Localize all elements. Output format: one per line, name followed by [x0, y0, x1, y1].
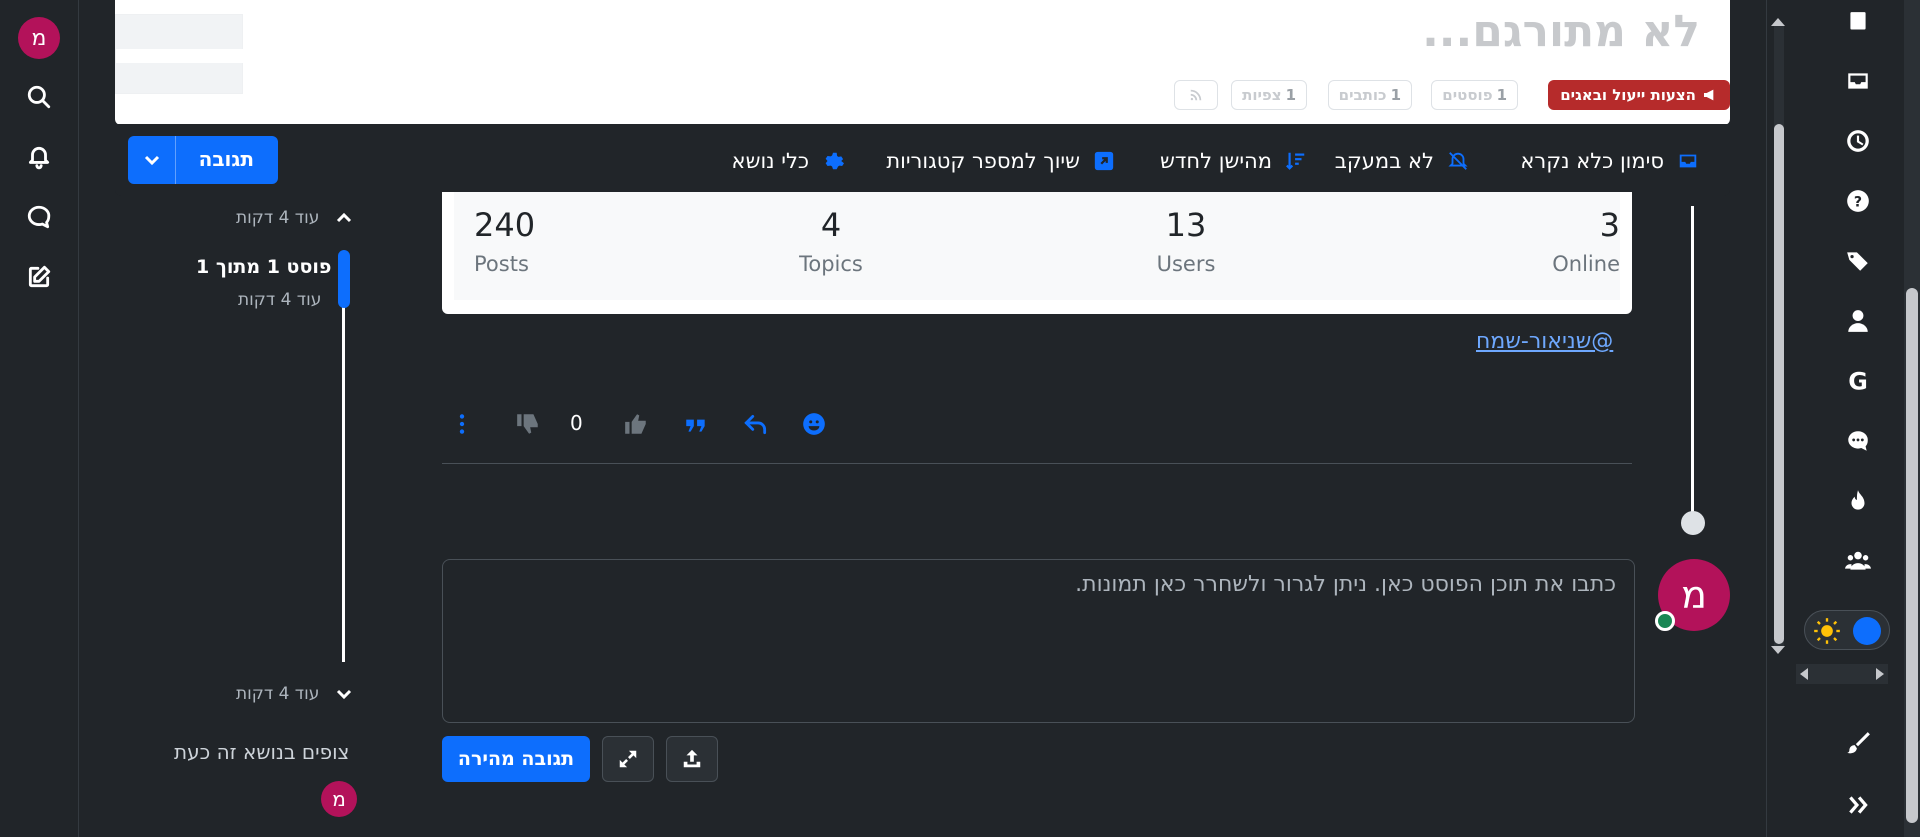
inbox-icon[interactable]	[1839, 62, 1877, 100]
external-link-icon	[1092, 149, 1116, 173]
posts-count-badge: 1 פוסטים	[1431, 80, 1518, 110]
toggle-knob	[1853, 617, 1881, 645]
sidebar-scrollbar[interactable]	[1768, 12, 1788, 654]
category-label: הצעות ייעול ובאגים	[1560, 86, 1696, 104]
fire-icon[interactable]	[1839, 482, 1877, 520]
views-count-badge: 1 צפיות	[1231, 80, 1307, 110]
compose-icon[interactable]	[20, 258, 58, 296]
emoji-icon[interactable]	[796, 406, 832, 442]
topic-tools-button[interactable]: כלי נושא	[732, 146, 845, 176]
stat-online: 3 Online	[1552, 206, 1620, 276]
topic-header: לא מתורגם... הצעות ייעול ובאגים 1 פוסטים …	[115, 0, 1730, 125]
category-badge[interactable]: הצעות ייעול ובאגים	[1548, 80, 1730, 110]
stat-users: 13 Users	[1156, 206, 1216, 276]
sort-button[interactable]: מהישן לחדש	[1160, 146, 1308, 176]
svg-text:G: G	[1848, 368, 1868, 394]
upload-button[interactable]	[666, 736, 718, 782]
left-sidebar	[0, 0, 79, 837]
gear-icon	[821, 149, 845, 173]
upload-icon	[683, 749, 701, 768]
upvote-icon[interactable]	[618, 406, 654, 442]
sort-icon	[1284, 149, 1308, 173]
reply-arrow-icon[interactable]	[738, 406, 774, 442]
watcher-avatar[interactable]: מ	[321, 781, 357, 817]
horizontal-scrollbar[interactable]	[1796, 664, 1888, 684]
crosspost-button[interactable]: שיוך למספר קטגוריות	[886, 146, 1116, 176]
timeline-post-time: עוד 4 דקות	[238, 290, 322, 310]
stat-topics: 4 Topics	[799, 206, 863, 276]
quote-icon[interactable]	[678, 406, 714, 442]
bell-slash-icon	[1446, 149, 1470, 173]
bell-icon[interactable]	[20, 138, 58, 176]
google-icon[interactable]: G	[1839, 362, 1877, 400]
timeline-time-bottom: עוד 4 דקות	[236, 684, 320, 704]
writers-count-badge: 1 כותבים	[1327, 80, 1412, 110]
watching-now-title: צופים בנושא זה כעת	[174, 740, 350, 764]
sun-icon	[1814, 618, 1840, 644]
reply-label: תגובה	[198, 147, 254, 171]
timeline-post-index: פוסט 1 מתוך 1	[196, 256, 332, 278]
chevron-up-icon	[336, 212, 352, 223]
quick-reply-composer	[442, 559, 1635, 723]
brush-icon[interactable]	[1839, 724, 1877, 762]
inbox-icon	[1676, 149, 1700, 173]
chevron-down-icon	[336, 689, 352, 700]
downvote-icon[interactable]	[510, 406, 546, 442]
timeline-handle[interactable]	[338, 250, 350, 308]
chat-icon[interactable]	[20, 198, 58, 236]
page-root: מ ? G לא מתורגם... הצעות ייעול ובאגים 1 …	[0, 0, 1920, 837]
clock-icon[interactable]	[1839, 122, 1877, 160]
comments-icon[interactable]	[1839, 422, 1877, 460]
post-actions: 0	[442, 400, 1632, 464]
more-options-icon[interactable]	[444, 406, 480, 442]
rss-icon	[1190, 89, 1202, 101]
groups-icon[interactable]	[1839, 542, 1877, 580]
mark-unread-button[interactable]: סימון כלא נקרא	[1520, 146, 1700, 176]
user-mention-link[interactable]: @שניאור-שמח	[1476, 329, 1613, 354]
tags-icon[interactable]	[1839, 242, 1877, 280]
expand-icon	[619, 750, 637, 768]
forum-stats-widget: 3 Online 13 Users 4 Topics 240 Posts	[442, 192, 1632, 314]
svg-text:?: ?	[1854, 194, 1862, 210]
quick-reply-submit-button[interactable]: תגובה מהירה	[442, 736, 590, 782]
timeline-end-dot	[1681, 511, 1705, 535]
online-status-dot	[1655, 611, 1675, 631]
theme-toggle[interactable]	[1804, 610, 1890, 650]
rss-button[interactable]	[1174, 80, 1218, 110]
archive-icon[interactable]	[1839, 4, 1877, 42]
expand-sidebar-icon[interactable]	[1839, 786, 1877, 824]
stat-posts: 240 Posts	[474, 206, 536, 276]
timeline-up-button[interactable]	[332, 206, 356, 234]
page-title: לא מתורגם...	[1422, 6, 1700, 57]
help-icon[interactable]: ?	[1839, 182, 1877, 220]
expand-composer-button[interactable]	[602, 736, 654, 782]
search-icon[interactable]	[20, 78, 58, 116]
watch-button[interactable]: לא במעקב	[1335, 146, 1470, 176]
topic-toolbar: סימון כלא נקרא לא במעקב מהישן לחדש שיוך …	[115, 124, 1730, 196]
post-timeline-line	[1691, 206, 1694, 522]
timeline-down-button[interactable]	[332, 682, 356, 710]
vote-count: 0	[570, 411, 583, 435]
reply-dropdown-toggle[interactable]	[128, 136, 176, 184]
reply-button[interactable]: תגובה	[128, 136, 278, 184]
timeline-track[interactable]	[342, 254, 345, 662]
page-scrollbar[interactable]	[1904, 0, 1920, 837]
quick-reply-input[interactable]	[443, 560, 1634, 722]
user-avatar[interactable]: מ	[18, 17, 60, 59]
chevron-down-icon	[144, 155, 159, 166]
timeline-time-top: עוד 4 דקות	[236, 208, 320, 228]
topic-thumbnail	[115, 14, 244, 94]
user-icon[interactable]	[1839, 302, 1877, 340]
megaphone-icon	[1704, 89, 1714, 101]
